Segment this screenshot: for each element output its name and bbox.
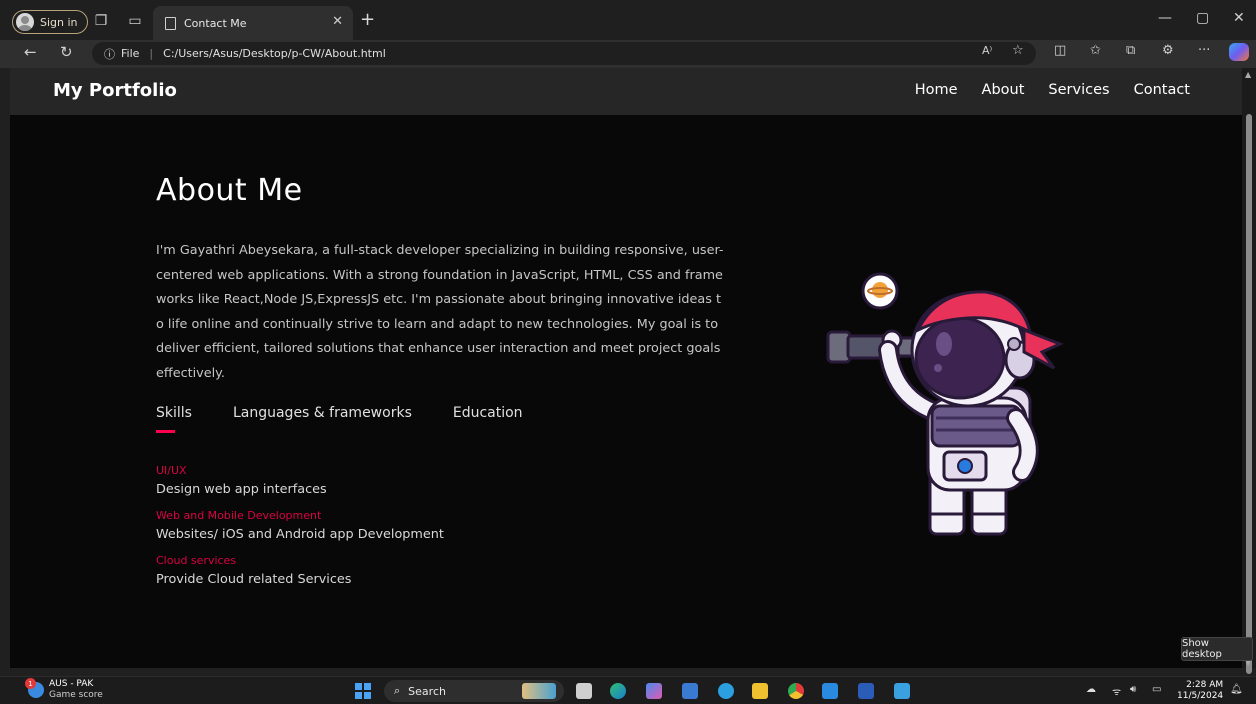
search-icon: ⌕ [394,684,401,697]
clock-time: 2:28 AM [1186,680,1224,690]
tab-title: Contact Me [184,16,247,30]
notification-badge: 1 [25,678,36,689]
plus-icon[interactable]: + [360,9,375,30]
close-icon[interactable]: ✕ [332,14,343,29]
copilot-icon[interactable] [1229,43,1249,61]
wifi-icon[interactable]: ᯤ [1112,684,1121,698]
info-icon: ⓘ [104,47,115,61]
workspaces-icon[interactable]: ❐ [90,10,112,32]
show-desktop-tooltip: Show desktop [1181,637,1253,661]
tab-education[interactable]: Education [453,405,523,421]
url-separator: | [149,47,154,60]
browser-tab-bar: Sign in ❐ ▭ Contact Me ✕ + — ▢ ✕ [0,0,1256,40]
site-logo[interactable]: My Portfolio [53,80,177,101]
about-title: About Me [156,173,303,208]
scroll-up-icon[interactable]: ▲ [1245,70,1251,79]
windows-start-icon[interactable] [355,683,371,699]
edge-icon[interactable] [610,683,626,699]
tab-actions-icon[interactable]: ▭ [124,10,146,32]
task-view-icon[interactable] [576,683,592,699]
nav-home[interactable]: Home [915,82,958,98]
more-icon[interactable]: ··· [1198,43,1210,58]
page-scrollbar[interactable]: ▲ ▼ [1242,68,1256,674]
store-icon[interactable] [682,683,698,699]
profile-sign-in-button[interactable]: Sign in [12,10,88,34]
taskbar-clock[interactable]: 2:28 AM 11/5/2024 [1177,680,1223,702]
word-icon[interactable] [858,683,874,699]
skill-item: UI/UX Design web app interfaces [156,464,444,501]
favorite-icon[interactable]: ☆ [1012,43,1024,58]
skill-description: Websites/ iOS and Android app Developmen… [156,527,444,542]
favorites-icon[interactable]: ✩ [1090,43,1101,58]
url-scheme: File [121,47,140,60]
skill-title: Cloud services [156,554,237,567]
skill-item: Cloud services Provide Cloud related Ser… [156,554,444,591]
nav-about[interactable]: About [982,82,1025,98]
close-window-icon[interactable]: ✕ [1233,10,1245,26]
extensions-icon[interactable]: ⚙ [1162,43,1174,58]
document-icon [165,16,176,30]
tab-skills[interactable]: Skills [156,405,192,421]
vscode-icon[interactable] [822,683,838,699]
nav-services[interactable]: Services [1048,82,1109,98]
onedrive-icon[interactable]: ☁ [1086,684,1096,695]
about-paragraph: I'm Gayathri Abeysekara, a full-stack de… [156,243,724,381]
skill-description: Provide Cloud related Services [156,572,352,587]
clock-date: 11/5/2024 [1177,691,1224,701]
search-highlight-icon [522,683,556,699]
windows-taskbar: 1 AUS - PAK Game score ⌕ Search ☁ ᯤ 🔊︎ ▭… [0,676,1256,704]
back-icon[interactable]: ← [24,43,37,61]
chrome-icon[interactable] [788,683,804,699]
notepad-icon[interactable] [894,683,910,699]
nav-contact[interactable]: Contact [1134,82,1190,98]
skill-title: UI/UX [156,464,187,477]
about-tabs: Skills Languages & frameworks Education [156,405,523,421]
copilot-app-icon[interactable] [646,683,662,699]
news-widget[interactable]: 1 AUS - PAK Game score [25,678,103,701]
browser-tab-active[interactable]: Contact Me ✕ [153,6,353,40]
volume-icon[interactable]: 🔊︎ [1130,684,1136,695]
scrollbar-thumb[interactable] [1246,114,1252,674]
site-header: My Portfolio Home About Services Contact [10,68,1242,115]
telegram-icon[interactable] [718,683,734,699]
astronaut-illustration [826,272,1064,536]
minimize-icon[interactable]: — [1158,10,1172,26]
cricket-icon: 1 [25,678,44,698]
webpage-viewport: My Portfolio Home About Services Contact… [10,68,1242,668]
tab-languages-frameworks[interactable]: Languages & frameworks [233,405,412,421]
split-screen-icon[interactable]: ◫ [1054,43,1066,58]
skills-list: UI/UX Design web app interfaces Web and … [156,464,444,599]
maximize-icon[interactable]: ▢ [1196,10,1209,26]
browser-address-bar: ← ↻ ⓘ File | C:/Users/Asus/Desktop/p-CW/… [0,40,1256,68]
battery-icon[interactable]: ▭ [1152,684,1161,695]
search-label: Search [408,684,446,698]
widget-subtitle: Game score [49,690,103,700]
widget-title: AUS - PAK [49,679,94,689]
refresh-icon[interactable]: ↻ [60,43,73,61]
file-explorer-icon[interactable] [752,683,768,699]
read-aloud-icon[interactable]: A⁾ [982,44,992,57]
skill-item: Web and Mobile Development Websites/ iOS… [156,509,444,546]
profile-icon [16,13,34,31]
skill-title: Web and Mobile Development [156,509,322,522]
collections-icon[interactable]: ⧉ [1126,43,1135,58]
active-tab-indicator [156,430,175,433]
url-path: C:/Users/Asus/Desktop/p-CW/About.html [163,47,386,60]
url-field[interactable]: ⓘ File | C:/Users/Asus/Desktop/p-CW/Abou… [92,42,1036,65]
site-nav: Home About Services Contact [915,82,1190,98]
skill-description: Design web app interfaces [156,482,327,497]
notification-bell-icon[interactable]: 🔔︎ [1230,684,1243,695]
sign-in-label: Sign in [40,15,78,29]
